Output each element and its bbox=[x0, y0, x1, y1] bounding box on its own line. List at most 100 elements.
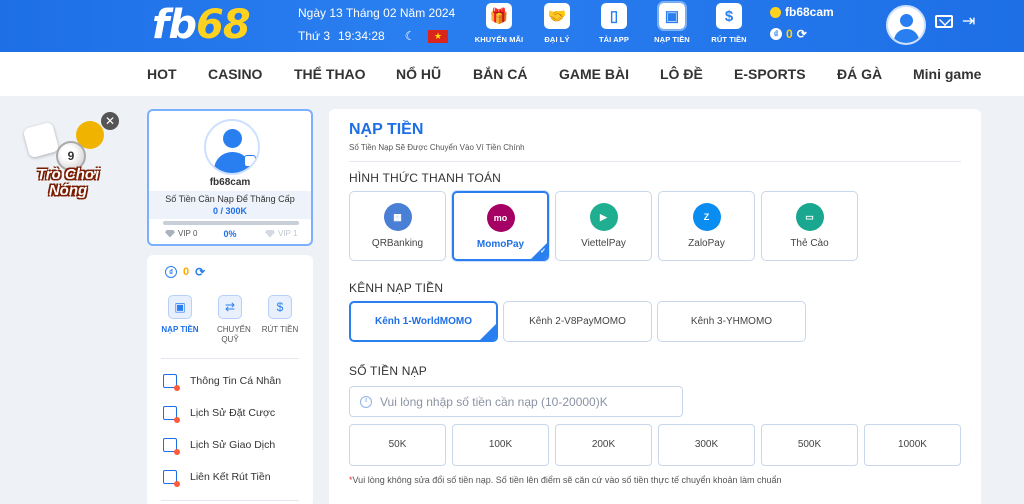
logout-icon[interactable]: ⇥ bbox=[962, 13, 980, 31]
bank-link-icon bbox=[163, 470, 180, 487]
header-nav-label: ĐẠI LÝ bbox=[544, 35, 570, 44]
transaction-history-icon bbox=[163, 438, 180, 455]
header-nav-deposit[interactable]: ▣ NẠP TIỀN bbox=[643, 3, 701, 44]
logo-text-fb: fb bbox=[152, 2, 197, 48]
menu-item-card-games[interactable]: GAME BÀI bbox=[559, 66, 629, 82]
payment-method-label: Thẻ Cào bbox=[790, 238, 829, 249]
amount-input[interactable] bbox=[380, 394, 680, 409]
amount-option-200k[interactable]: 200K bbox=[555, 424, 652, 466]
hot-games-label: Trò Chơi Nóng bbox=[22, 167, 114, 199]
main-menu: HOT CASINO THỂ THAO NỔ HŨ BẮN CÁ GAME BÀ… bbox=[0, 52, 1024, 96]
divider bbox=[161, 500, 299, 501]
clock: 19:34:28 bbox=[338, 29, 385, 43]
channel-label: Kênh 2-V8PayMOMO bbox=[529, 316, 626, 327]
link-personal-info[interactable]: Thông Tin Cá Nhân bbox=[163, 374, 282, 391]
mail-icon[interactable] bbox=[935, 15, 953, 28]
hot-games-line2: Nóng bbox=[48, 182, 88, 199]
menu-item-hot[interactable]: HOT bbox=[147, 66, 177, 82]
amount-option-100k[interactable]: 100K bbox=[452, 424, 549, 466]
link-transaction-history[interactable]: Lịch Sử Giao Dịch bbox=[163, 438, 275, 455]
header-nav-agent[interactable]: 🤝 ĐẠI LÝ bbox=[528, 3, 586, 44]
vip-progress-bar bbox=[163, 221, 299, 225]
payment-method-momopay[interactable]: mo MomoPay bbox=[452, 191, 549, 261]
method-glyph: ▶ bbox=[600, 211, 607, 222]
top-header: fb 68 Ngày 13 Tháng 02 Năm 2024 Thứ 3 19:… bbox=[0, 0, 1024, 52]
amount-input-wrapper[interactable]: ₫ bbox=[349, 386, 683, 417]
money-bag-icon: $ bbox=[268, 295, 292, 319]
bet-history-icon bbox=[163, 406, 180, 423]
vip-upgrade-label: Số Tiền Cần Nạp Để Thăng Cấp bbox=[165, 194, 295, 204]
link-withdraw-account[interactable]: Liên Kết Rút Tiền bbox=[163, 470, 271, 487]
current-time-row: Thứ 3 19:34:28 ☾ ★ bbox=[298, 29, 448, 43]
profile-avatar[interactable] bbox=[204, 119, 260, 175]
payment-method-scratch-card[interactable]: ▭ Thẻ Cào bbox=[761, 191, 858, 261]
gift-icon: 🎁 bbox=[486, 3, 512, 29]
channel-label: Kênh 1-WorldMOMO bbox=[374, 316, 473, 327]
momo-icon: mo bbox=[486, 204, 515, 232]
header-balance: ₫ 0 ⟳ bbox=[770, 27, 807, 41]
site-logo[interactable]: fb 68 bbox=[152, 2, 251, 48]
payment-method-zalopay[interactable]: Z ZaloPay bbox=[658, 191, 755, 261]
payment-method-qrbanking[interactable]: ▦ QRBanking bbox=[349, 191, 446, 261]
header-username[interactable]: fb68cam bbox=[770, 5, 834, 19]
transfer-icon: ⇄ bbox=[218, 295, 242, 319]
username-text: fb68cam bbox=[785, 5, 834, 19]
menu-item-esports[interactable]: E-SPORTS bbox=[734, 66, 806, 82]
profile-card: fb68cam Số Tiền Cần Nạp Để Thăng Cấp 0 /… bbox=[147, 109, 313, 246]
profile-username: fb68cam bbox=[209, 177, 251, 188]
dark-mode-moon-icon[interactable]: ☾ bbox=[400, 29, 420, 43]
menu-item-mini-game[interactable]: Mini game bbox=[913, 66, 981, 82]
hot-games-badge[interactable]: 9 Trò Chơi Nóng ✕ bbox=[18, 112, 119, 215]
avatar-body bbox=[894, 29, 919, 43]
quick-action-transfer[interactable]: ⇄ CHUYỂN QUỸ bbox=[207, 295, 253, 345]
page-subtitle: Số Tiền Nạp Sẽ Được Chuyển Vào Ví Tiền C… bbox=[349, 143, 525, 152]
amount-option-50k[interactable]: 50K bbox=[349, 424, 446, 466]
quick-action-deposit[interactable]: ▣ NẠP TIỀN bbox=[157, 295, 203, 335]
quick-action-withdraw[interactable]: $ RÚT TIỀN bbox=[257, 295, 303, 335]
edit-avatar-icon[interactable] bbox=[244, 155, 256, 167]
menu-item-sports[interactable]: THỂ THAO bbox=[294, 66, 366, 82]
menu-item-casino[interactable]: CASINO bbox=[208, 66, 262, 82]
page-title: NẠP TIỀN bbox=[349, 121, 424, 138]
channel-1-worldmomo[interactable]: Kênh 1-WorldMOMO bbox=[349, 301, 498, 342]
refresh-balance-icon[interactable]: ⟳ bbox=[797, 27, 807, 41]
account-menu-card: ₫ 0 ⟳ ▣ NẠP TIỀN ⇄ CHUYỂN QUỸ $ RÚT TIỀN… bbox=[147, 255, 313, 504]
selected-check-icon bbox=[480, 324, 496, 340]
header-nav-download-app[interactable]: ▯ TẢI APP bbox=[585, 3, 643, 44]
close-icon[interactable]: ✕ bbox=[101, 112, 119, 130]
menu-item-slots[interactable]: NỔ HŨ bbox=[396, 66, 441, 82]
channel-3-yhmomo[interactable]: Kênh 3-YHMOMO bbox=[657, 301, 806, 342]
money-bag-icon: $ bbox=[716, 3, 742, 29]
amount-option-1000k[interactable]: 1000K bbox=[864, 424, 961, 466]
channel-2-v8paymomo[interactable]: Kênh 2-V8PayMOMO bbox=[503, 301, 652, 342]
menu-item-fishing[interactable]: BẮN CÁ bbox=[473, 66, 527, 82]
zalopay-icon: Z bbox=[692, 203, 721, 231]
amount-option-300k[interactable]: 300K bbox=[658, 424, 755, 466]
amount-heading: SỐ TIỀN NẠP bbox=[349, 364, 427, 378]
vietnam-flag-icon[interactable]: ★ bbox=[428, 29, 448, 43]
quick-action-label: CHUYỂN QUỸ bbox=[217, 325, 251, 344]
deposit-note-text: Vui lòng không sửa đổi số tiền nạp. Số t… bbox=[352, 475, 782, 485]
channel-heading: KÊNH NẠP TIỀN bbox=[349, 281, 444, 295]
menu-item-lottery[interactable]: LÔ ĐỀ bbox=[660, 66, 703, 82]
payment-method-viettelpay[interactable]: ▶ ViettelPay bbox=[555, 191, 652, 261]
payment-method-label: ZaloPay bbox=[688, 238, 725, 249]
selected-check-icon bbox=[531, 243, 547, 259]
amount-option-500k[interactable]: 500K bbox=[761, 424, 858, 466]
ball-number: 9 bbox=[67, 149, 75, 163]
menu-item-cockfighting[interactable]: ĐÁ GÀ bbox=[837, 66, 882, 82]
header-nav-label: TẢI APP bbox=[598, 35, 629, 44]
current-date: Ngày 13 Tháng 02 Năm 2024 bbox=[298, 6, 456, 20]
header-nav-label: NẠP TIỀN bbox=[654, 35, 690, 44]
dice-icon bbox=[22, 121, 60, 159]
vip-upgrade-box: Số Tiền Cần Nạp Để Thăng Cấp 0 / 300K bbox=[149, 191, 311, 219]
header-nav-withdraw[interactable]: $ RÚT TIỀN bbox=[700, 3, 758, 44]
payment-method-label: QRBanking bbox=[371, 238, 424, 249]
header-nav-promotions[interactable]: 🎁 KHUYẾN MÃI bbox=[470, 3, 528, 44]
header-nav-label: RÚT TIỀN bbox=[711, 35, 747, 44]
header-avatar[interactable] bbox=[886, 5, 926, 45]
balance-value: 0 bbox=[786, 27, 793, 41]
refresh-balance-icon[interactable]: ⟳ bbox=[195, 265, 205, 279]
link-label: Thông Tin Cá Nhân bbox=[190, 375, 282, 387]
link-bet-history[interactable]: Lịch Sử Đặt Cược bbox=[163, 406, 275, 423]
